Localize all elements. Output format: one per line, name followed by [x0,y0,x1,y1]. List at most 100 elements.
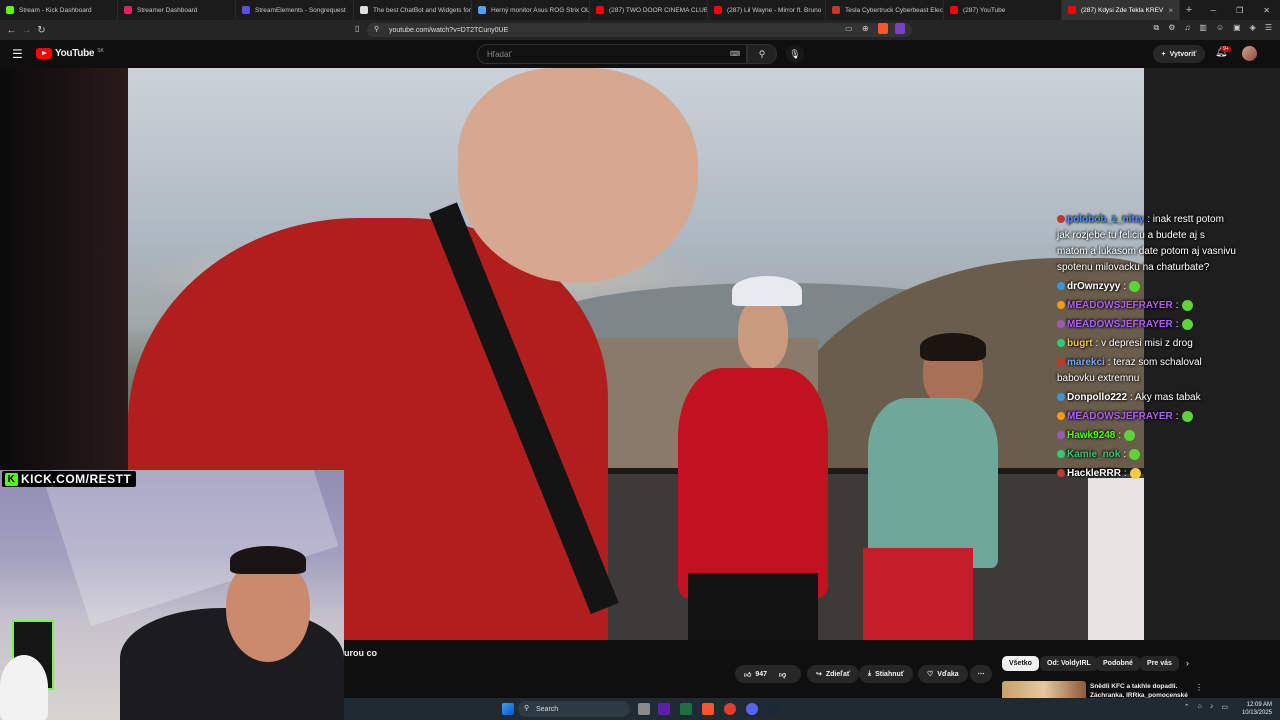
tab-label: StreamElements - Songrequest [255,6,346,14]
clock-time: 12:09 AM [1246,702,1272,708]
browser-tab[interactable]: (287) Lil Wayne - Mirror ft. Bruno [708,0,826,20]
kid2-hair [920,333,986,361]
close-tab-icon[interactable]: × [1168,6,1173,15]
extensions-icon[interactable]: ⧉ [1153,23,1159,33]
new-tab-button[interactable]: + [1180,4,1198,16]
region-code: SK [97,48,104,54]
chat-username[interactable]: MEADOWSJEFRAYER [1067,319,1173,330]
chat-message: Kamie_nok: [1057,447,1237,463]
taskbar-search[interactable]: ⚲ Search [518,701,630,717]
browser-tab[interactable]: The best ChatBot and Widgets for [354,0,472,20]
chat-username[interactable]: MEADOWSJEFRAYER [1067,300,1173,311]
like-dislike-button[interactable]: 👍︎ 947 👎︎ [735,665,801,683]
bookmark-icon[interactable]: ▯ [355,24,359,33]
url-field[interactable]: ⚲ youtube.com/watch?v=DT2TCuny0UE [367,23,912,37]
chat-emote-icon [1129,448,1141,460]
chat-username[interactable]: Hawk9248 [1067,430,1115,441]
settings-icon[interactable]: ⚙ [1168,23,1175,33]
brave-shield-icon[interactable] [878,23,888,34]
media-icon[interactable]: ♫ [1184,23,1190,33]
maximize-icon[interactable]: ❐ [1236,6,1243,15]
video-title: urou co [344,648,377,658]
chat-username[interactable]: marekci [1067,357,1105,368]
discord-icon[interactable] [746,703,758,715]
chat-badge-icon [1057,320,1065,329]
voice-search-button[interactable]: 🎙 [786,45,804,63]
youtube-header: ☰ YouTube SK Hľadať ⌨ ⚲ 🎙 + Vytvoriť 🔔︎ … [0,40,1280,68]
app-icon-3[interactable] [724,703,736,715]
tab-favicon-icon [596,6,604,14]
thumbs-down-icon[interactable]: 👎︎ [779,670,786,679]
volume-icon[interactable]: ♪ [1210,703,1214,711]
chip-for-you[interactable]: Pre vás [1140,656,1179,671]
zoom-icon[interactable]: ⊕ [862,24,869,33]
forward-icon[interactable]: → [19,25,34,36]
search-icon: ⚲ [758,48,766,59]
steam-icon[interactable] [768,703,780,715]
vpn-icon[interactable]: ◈ [1250,23,1256,33]
download-button[interactable]: ⤓ Stiahnuť [859,665,914,683]
share-button[interactable]: ↪ Zdieľať [807,665,860,683]
chat-username[interactable]: polobob_z_nitry [1067,214,1144,225]
extension-icon[interactable] [895,23,905,34]
chat-message: polobob_z_nitry: inak restt potom jak ro… [1057,212,1237,276]
chat-text: : v depresi misi z drog [1095,338,1193,349]
network-icon[interactable]: ⌂ [1198,703,1202,711]
chat-username[interactable]: Donpollo222 [1067,392,1127,403]
chat-text: : [1175,411,1179,422]
tray-chevron-icon[interactable]: ⌃ [1184,703,1190,711]
task-view-icon[interactable] [638,703,650,715]
chat-message: Hawk9248: [1057,428,1237,444]
browser-tab[interactable]: StreamElements - Songrequest [236,0,354,20]
browser-tab[interactable]: Tesla Cybertruck Cyberbeast Electr [826,0,944,20]
browser-tab[interactable]: (287) YouTube [944,0,1062,20]
browser-toolbar-icons: ⧉ ⚙ ♫ ▥ ☺ ▣ ◈ ☰ [1153,23,1272,33]
chat-username[interactable]: drOwnzyyy [1067,281,1120,292]
wallet-icon[interactable]: ▣ [1233,23,1241,33]
battery-icon[interactable]: ▭ [1221,703,1228,711]
chevron-right-icon[interactable]: › [1186,658,1189,668]
app-icon-2[interactable] [680,703,692,715]
hamburger-menu-icon[interactable]: ☰ [12,47,23,61]
chat-username[interactable]: Kamie_nok [1067,449,1120,460]
thanks-button[interactable]: ♡ Vďaka [918,665,968,683]
share-icon: ↪ [816,671,822,678]
tab-label: Herný monitor Asus ROG Strix OL [491,6,590,14]
account-avatar[interactable] [1242,46,1257,61]
close-window-icon[interactable]: ✕ [1263,6,1270,15]
chat-text: : Aky mas tabak [1130,392,1201,403]
chat-username[interactable]: bugrt [1067,338,1093,349]
rec-more-icon[interactable]: ⋮ [1195,683,1203,692]
sidebar-icon[interactable]: ▥ [1199,23,1207,33]
chip-from-channel[interactable]: Od: VoldyIRL [1040,656,1098,671]
chat-username[interactable]: HackleRRR [1067,468,1121,479]
brave-taskbar-icon[interactable] [702,703,714,715]
browser-tab[interactable]: (287) Kdysi Zde Tekla KREV × [1062,0,1180,20]
menu-icon[interactable]: ☰ [1265,23,1272,33]
keyboard-icon[interactable]: ⌨ [730,50,740,58]
cast-icon[interactable]: ▭ [845,24,853,33]
more-actions-button[interactable]: ⋯ [970,665,992,683]
create-button[interactable]: + Vytvoriť [1153,45,1205,63]
chat-message: MEADOWSJEFRAYER: [1057,409,1237,425]
minimize-icon[interactable]: ─ [1210,6,1216,15]
chip-related[interactable]: Podobné [1096,656,1140,671]
chat-badge-icon [1057,431,1065,440]
youtube-logo[interactable]: YouTube SK [36,48,104,59]
reload-icon[interactable]: ↻ [34,25,49,36]
app-icon-1[interactable] [658,703,670,715]
search-input[interactable]: Hľadať ⌨ [477,44,747,64]
chat-message: drOwnzyyy: [1057,279,1237,295]
browser-tab[interactable]: Stream - Kick Dashboard [0,0,118,20]
chip-all[interactable]: Všetko [1002,656,1039,671]
back-icon[interactable]: ← [4,25,19,36]
chat-username[interactable]: MEADOWSJEFRAYER [1067,411,1173,422]
browser-tab[interactable]: Herný monitor Asus ROG Strix OL [472,0,590,20]
taskbar-clock[interactable]: 12:09 AM 10/13/2025 [1242,701,1272,717]
search-button[interactable]: ⚲ [747,44,777,64]
site-info-icon[interactable]: ⚲ [374,25,379,33]
browser-tab[interactable]: (287) TWO DOOR CINEMA CLUB | [590,0,708,20]
browser-tab[interactable]: Streamer Dashboard [118,0,236,20]
windows-start-icon[interactable] [502,703,514,715]
profile-icon[interactable]: ☺ [1216,23,1224,33]
